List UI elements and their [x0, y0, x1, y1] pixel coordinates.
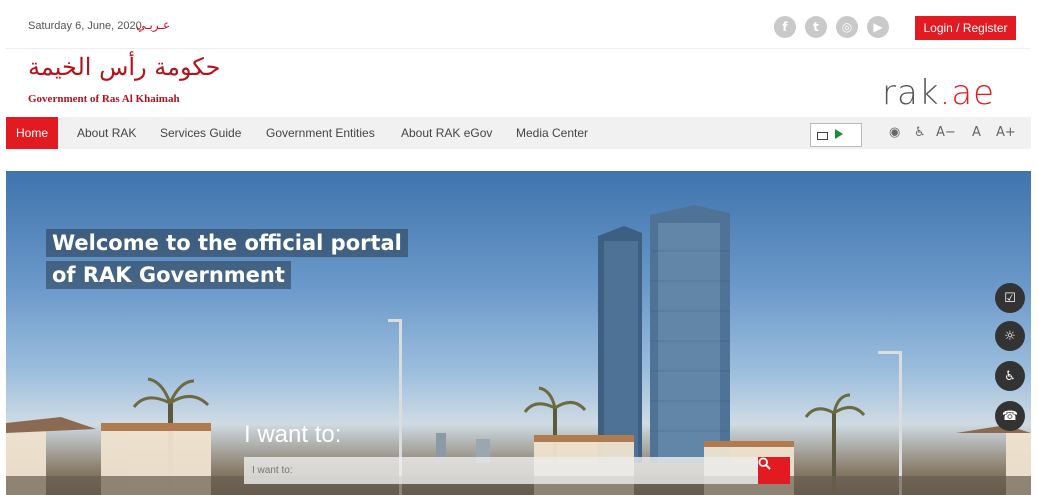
government-logo-english[interactable]: Government of Ras Al Khaimah: [28, 93, 180, 105]
welcome-line-2: of RAK Government: [46, 261, 291, 289]
font-increase-button[interactable]: A+: [996, 125, 1016, 140]
welcome-line-1: Welcome to the official portal: [46, 229, 408, 257]
rak-logo-dot: .: [939, 73, 952, 113]
accessibility-icon[interactable]: ♿: [995, 361, 1025, 391]
facebook-icon[interactable]: f: [774, 16, 796, 38]
instagram-icon[interactable]: ◎: [836, 16, 858, 38]
current-date: Saturday 6, June, 2020: [28, 20, 142, 32]
accessibility-person-icon[interactable]: ♿: [914, 125, 926, 140]
nav-item-about-rak[interactable]: About RAK: [77, 117, 136, 149]
screen-icon: [817, 132, 828, 140]
nav-item-media-center[interactable]: Media Center: [516, 117, 588, 149]
arabic-language-link[interactable]: عـربـي: [136, 18, 170, 32]
i-want-to-label: I want to:: [244, 421, 342, 448]
font-decrease-button[interactable]: A−: [936, 125, 956, 140]
logo-row: حكومة رأس الخيمة Government of Ras Al Kh…: [6, 49, 1031, 117]
hero-banner: Welcome to the official portal of RAK Go…: [6, 171, 1031, 495]
font-normal-button[interactable]: A: [972, 125, 981, 140]
rak-logo-text: rak: [882, 73, 940, 113]
search-button[interactable]: [758, 457, 790, 484]
rak-ae-logo[interactable]: rak.ae: [882, 73, 995, 113]
play-icon: [835, 129, 843, 139]
social-links: f t ◎ ▶: [774, 16, 889, 38]
government-logo-arabic[interactable]: حكومة رأس الخيمة: [28, 53, 220, 81]
video-guide-button[interactable]: [810, 123, 862, 147]
nav-item-about-rak-egov[interactable]: About RAK eGov: [401, 117, 492, 149]
page: Saturday 6, June, 2020 عـربـي f t ◎ ▶ Lo…: [6, 6, 1031, 495]
nav-item-government-entities[interactable]: Government Entities: [266, 117, 375, 149]
nav-item-services-guide[interactable]: Services Guide: [160, 117, 241, 149]
login-register-button[interactable]: Login / Register: [915, 16, 1016, 40]
search-icon: [758, 457, 771, 470]
eye-icon[interactable]: ◉: [889, 125, 900, 140]
rak-logo-ae: ae: [951, 73, 996, 113]
twitter-icon[interactable]: t: [805, 16, 827, 38]
top-bar: Saturday 6, June, 2020 عـربـي f t ◎ ▶ Lo…: [6, 6, 1031, 49]
welcome-heading: Welcome to the official portal of RAK Go…: [46, 229, 408, 293]
nav-item-home[interactable]: Home: [6, 117, 59, 149]
youtube-icon[interactable]: ▶: [867, 16, 889, 38]
i-want-to-search-input[interactable]: [244, 457, 758, 484]
main-nav: Home About RAK Services Guide Government…: [6, 117, 1031, 149]
weather-icon[interactable]: ☼: [995, 321, 1025, 351]
hero-background-image: [6, 205, 1031, 495]
survey-icon[interactable]: ☑: [995, 283, 1025, 313]
phone-icon[interactable]: ☎: [995, 401, 1025, 431]
